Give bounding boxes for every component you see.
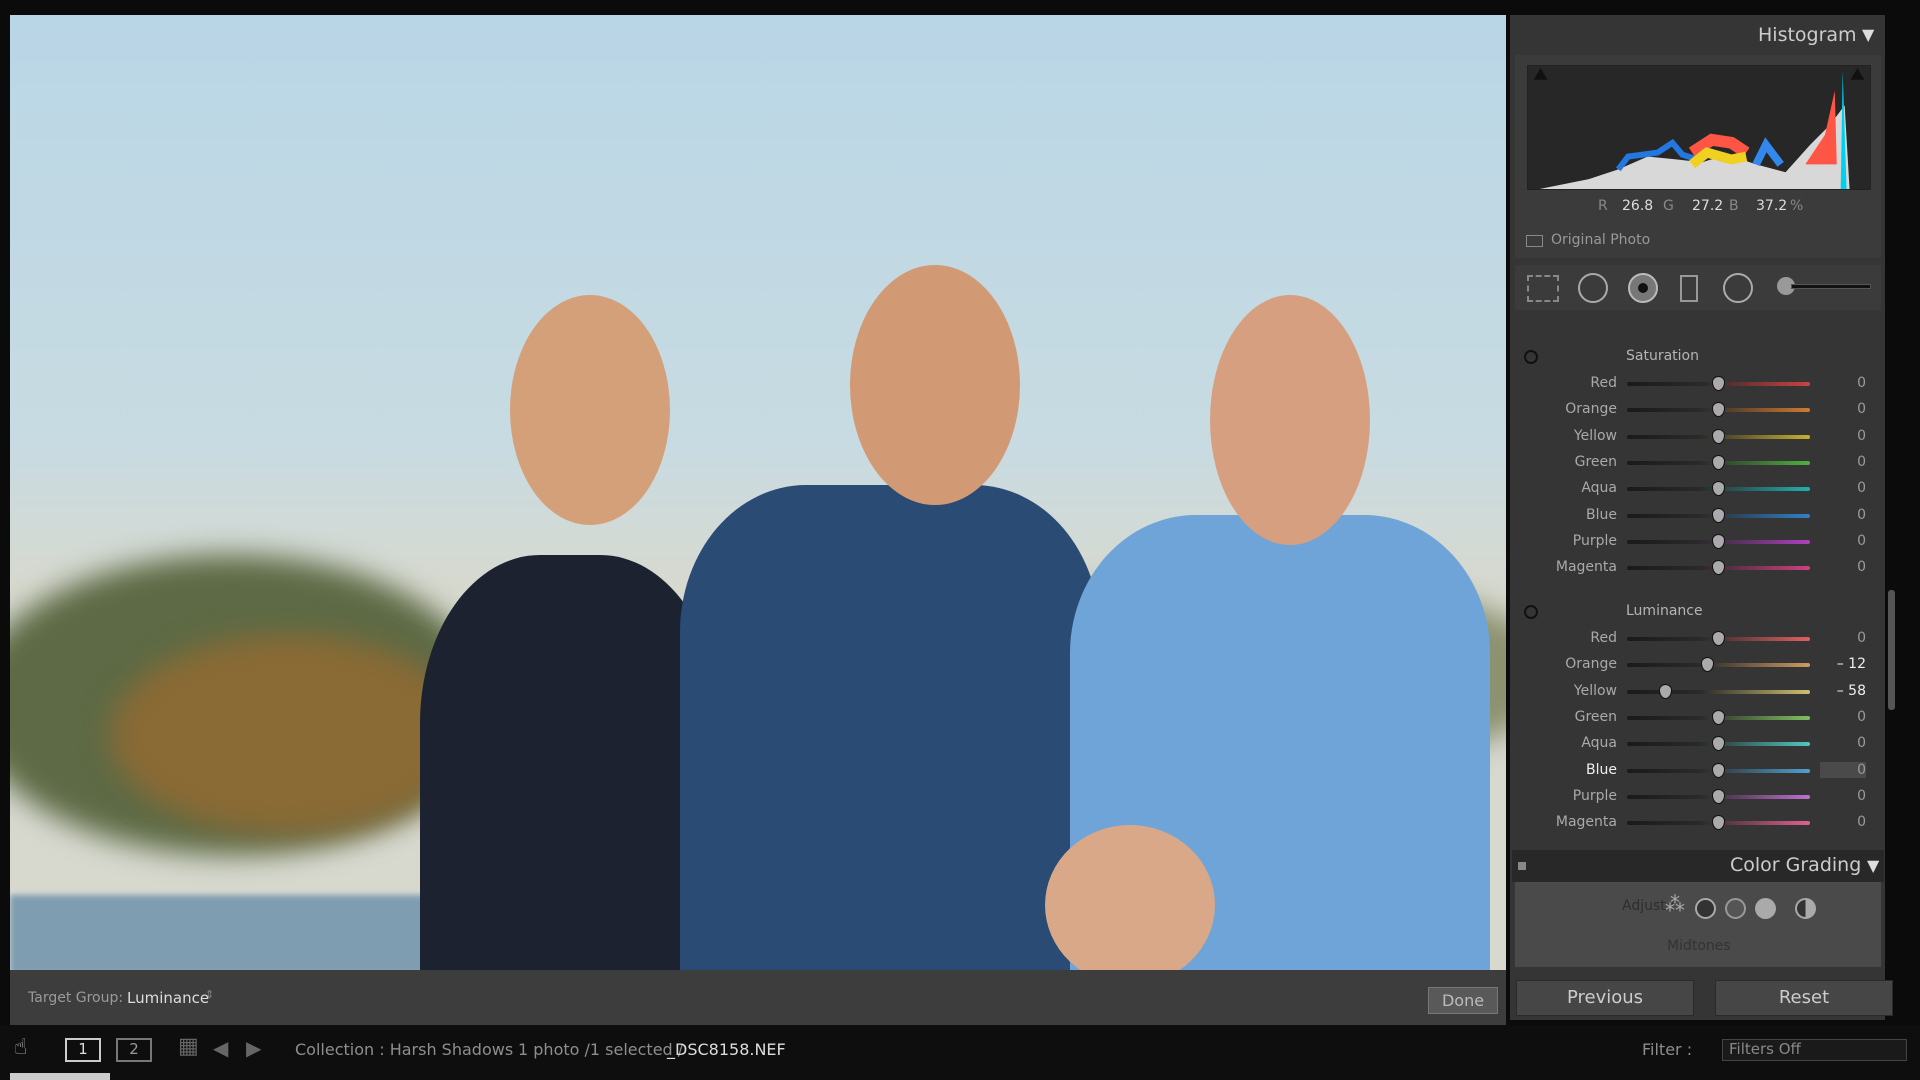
luminance-orange-label: Orange	[1565, 656, 1617, 673]
r-label: R	[1598, 198, 1608, 214]
luminance-magenta-value[interactable]: 0	[1820, 814, 1866, 830]
three-way-icon[interactable]: ⁂	[1665, 892, 1685, 916]
saturation-aqua-label: Aqua	[1581, 480, 1617, 497]
saturation-orange-label: Orange	[1565, 401, 1617, 418]
collapse-triangle-icon[interactable]: ▼	[1867, 856, 1879, 875]
g-value: 27.2	[1692, 198, 1724, 214]
saturation-aqua-value[interactable]: 0	[1820, 480, 1866, 496]
luminance-green-label: Green	[1574, 708, 1617, 725]
saturation-red-label: Red	[1590, 375, 1617, 391]
histogram-graph	[1527, 65, 1871, 190]
g-label: G	[1663, 198, 1674, 214]
saturation-purple-value[interactable]: 0	[1820, 533, 1866, 549]
panel-switch-icon[interactable]	[1518, 862, 1526, 870]
saturation-title: Saturation	[1626, 348, 1699, 364]
graduated-filter-icon[interactable]	[1680, 275, 1698, 302]
saturation-blue-label: Blue	[1586, 506, 1617, 523]
filmstrip-thumbnail[interactable]	[10, 1073, 110, 1080]
filmstrip-bar	[0, 1025, 1920, 1080]
view-2-button[interactable]: 2	[116, 1038, 152, 1062]
slider-thumb[interactable]	[1712, 507, 1725, 523]
original-photo-label: Original Photo	[1551, 232, 1651, 248]
forward-arrow-icon[interactable]: ▶	[246, 1036, 261, 1060]
crop-icon[interactable]	[1527, 275, 1559, 302]
color-grading-title: Color Grading	[1730, 854, 1862, 876]
saturation-green-value[interactable]: 0	[1820, 454, 1866, 470]
midtones-label: Midtones	[1667, 938, 1731, 954]
done-button[interactable]: Done	[1428, 987, 1498, 1014]
back-arrow-icon[interactable]: ◀	[213, 1036, 228, 1060]
filter-label: Filter :	[1642, 1040, 1693, 1059]
percent-label: %	[1790, 198, 1804, 214]
red-eye-icon[interactable]	[1628, 273, 1658, 303]
selection-count: 1 photo /1 selected /	[518, 1040, 684, 1059]
collection-label[interactable]: Collection : Harsh Shadows	[295, 1040, 513, 1059]
touch-icon[interactable]: ☝	[14, 1035, 27, 1060]
luminance-yellow-slider[interactable]	[1627, 689, 1810, 694]
targeted-adjustment-icon[interactable]	[1524, 605, 1538, 619]
saturation-orange-value[interactable]: 0	[1820, 401, 1866, 417]
luminance-title: Luminance	[1626, 603, 1703, 619]
luminance-yellow-label: Yellow	[1573, 682, 1617, 699]
collapse-triangle-icon[interactable]: ▼	[1862, 25, 1874, 44]
color-grading-body: Adjust : ⁂ Midtones	[1515, 882, 1881, 967]
tool-strip	[1515, 265, 1881, 310]
reset-button[interactable]: Reset	[1715, 980, 1893, 1016]
histogram-title[interactable]: Histogram	[1758, 24, 1857, 46]
shadow-clipping-icon	[1533, 67, 1548, 80]
slider-thumb[interactable]	[1658, 683, 1672, 699]
target-group-select[interactable]: Luminance	[127, 989, 209, 1007]
spot-removal-icon[interactable]	[1578, 273, 1608, 303]
saturation-magenta-label: Magenta	[1555, 559, 1617, 576]
previous-button[interactable]: Previous	[1516, 980, 1694, 1016]
b-value: 37.2	[1756, 198, 1788, 214]
filter-select[interactable]: Filters Off	[1722, 1039, 1907, 1061]
saturation-magenta-value[interactable]: 0	[1820, 559, 1866, 575]
b-label: B	[1729, 198, 1739, 214]
saturation-blue-value[interactable]: 0	[1820, 507, 1866, 523]
original-photo-checkbox[interactable]	[1526, 235, 1543, 247]
filename[interactable]: _DSC8158.NEF	[667, 1040, 786, 1059]
luminance-orange-slider[interactable]	[1627, 663, 1810, 668]
highlights-icon[interactable]	[1755, 898, 1776, 919]
saturation-yellow-value[interactable]: 0	[1820, 428, 1866, 444]
radial-filter-icon[interactable]	[1723, 273, 1753, 303]
saturation-green-label: Green	[1574, 453, 1617, 470]
global-icon[interactable]	[1795, 898, 1816, 919]
target-group-bar: Target Group: Luminance ⇕	[10, 970, 1506, 1025]
saturation-red-value[interactable]: 0	[1820, 375, 1866, 391]
midtones-icon[interactable]	[1725, 898, 1746, 919]
targeted-adjustment-icon[interactable]	[1524, 350, 1538, 364]
slider-thumb[interactable]	[1712, 428, 1725, 444]
grid-icon[interactable]: ▦	[178, 1034, 199, 1059]
highlight-clipping-icon	[1850, 67, 1865, 80]
panel-scrollbar[interactable]	[1888, 590, 1895, 710]
brush-size-slider[interactable]	[1791, 284, 1871, 289]
luminance-purple-label: Purple	[1572, 787, 1617, 804]
saturation-purple-label: Purple	[1572, 532, 1617, 549]
luminance-orange-value[interactable]: – 12	[1820, 656, 1866, 672]
luminance-magenta-label: Magenta	[1555, 814, 1617, 831]
luminance-red-label: Red	[1590, 630, 1617, 646]
luminance-red-value[interactable]: 0	[1820, 630, 1866, 646]
photo-canvas[interactable]	[10, 15, 1506, 970]
shadows-icon[interactable]	[1695, 898, 1716, 919]
view-1-button[interactable]: 1	[65, 1038, 101, 1062]
luminance-green-value[interactable]: 0	[1820, 709, 1866, 725]
luminance-blue-value[interactable]: 0	[1820, 761, 1866, 778]
color-grading-header[interactable]: Color Grading ▼	[1512, 850, 1884, 882]
luminance-yellow-value[interactable]: – 58	[1820, 683, 1866, 699]
saturation-yellow-label: Yellow	[1573, 427, 1617, 444]
updown-icon: ⇕	[205, 988, 215, 1001]
target-group-label: Target Group:	[28, 990, 124, 1006]
r-value: 26.8	[1622, 198, 1654, 214]
luminance-aqua-value[interactable]: 0	[1820, 735, 1866, 751]
slider-thumb[interactable]	[1712, 762, 1725, 778]
luminance-blue-label: Blue	[1586, 761, 1617, 778]
luminance-aqua-label: Aqua	[1581, 735, 1617, 752]
luminance-purple-value[interactable]: 0	[1820, 788, 1866, 804]
